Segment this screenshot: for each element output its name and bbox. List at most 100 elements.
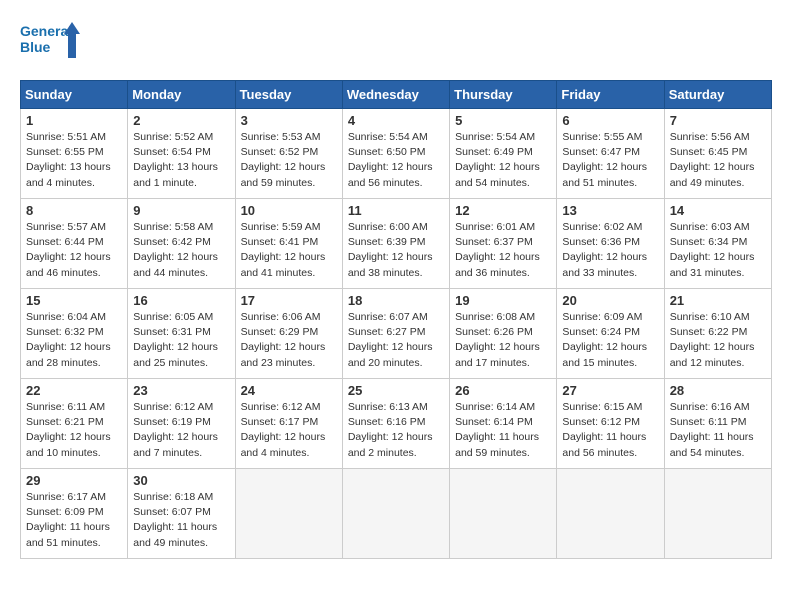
calendar-cell: 4 Sunrise: 5:54 AM Sunset: 6:50 PM Daylig… [342, 109, 449, 199]
day-info: Sunrise: 5:55 AM Sunset: 6:47 PM Dayligh… [562, 130, 658, 191]
calendar-cell: 25 Sunrise: 6:13 AM Sunset: 6:16 PM Dayli… [342, 379, 449, 469]
day-number: 9 [133, 203, 229, 218]
day-info: Sunrise: 5:58 AM Sunset: 6:42 PM Dayligh… [133, 220, 229, 281]
day-number: 14 [670, 203, 766, 218]
calendar-cell [342, 469, 449, 559]
day-number: 3 [241, 113, 337, 128]
calendar-cell [557, 469, 664, 559]
page-header: General Blue [20, 20, 772, 64]
calendar-cell: 3 Sunrise: 5:53 AM Sunset: 6:52 PM Daylig… [235, 109, 342, 199]
day-number: 4 [348, 113, 444, 128]
day-info: Sunrise: 6:12 AM Sunset: 6:17 PM Dayligh… [241, 400, 337, 461]
calendar-cell: 28 Sunrise: 6:16 AM Sunset: 6:11 PM Dayli… [664, 379, 771, 469]
calendar-cell: 18 Sunrise: 6:07 AM Sunset: 6:27 PM Dayli… [342, 289, 449, 379]
calendar-cell [664, 469, 771, 559]
calendar-week-5: 29 Sunrise: 6:17 AM Sunset: 6:09 PM Dayli… [21, 469, 772, 559]
day-info: Sunrise: 6:14 AM Sunset: 6:14 PM Dayligh… [455, 400, 551, 461]
calendar-cell: 1 Sunrise: 5:51 AM Sunset: 6:55 PM Daylig… [21, 109, 128, 199]
day-number: 6 [562, 113, 658, 128]
day-number: 20 [562, 293, 658, 308]
calendar-week-1: 1 Sunrise: 5:51 AM Sunset: 6:55 PM Daylig… [21, 109, 772, 199]
day-number: 18 [348, 293, 444, 308]
day-number: 30 [133, 473, 229, 488]
calendar-cell: 9 Sunrise: 5:58 AM Sunset: 6:42 PM Daylig… [128, 199, 235, 289]
calendar-cell: 21 Sunrise: 6:10 AM Sunset: 6:22 PM Dayli… [664, 289, 771, 379]
calendar-table: SundayMondayTuesdayWednesdayThursdayFrid… [20, 80, 772, 559]
day-number: 22 [26, 383, 122, 398]
calendar-cell: 20 Sunrise: 6:09 AM Sunset: 6:24 PM Dayli… [557, 289, 664, 379]
weekday-header-tuesday: Tuesday [235, 81, 342, 109]
day-info: Sunrise: 6:02 AM Sunset: 6:36 PM Dayligh… [562, 220, 658, 281]
day-number: 13 [562, 203, 658, 218]
calendar-cell: 17 Sunrise: 6:06 AM Sunset: 6:29 PM Dayli… [235, 289, 342, 379]
day-info: Sunrise: 5:53 AM Sunset: 6:52 PM Dayligh… [241, 130, 337, 191]
day-number: 2 [133, 113, 229, 128]
day-info: Sunrise: 5:56 AM Sunset: 6:45 PM Dayligh… [670, 130, 766, 191]
calendar-cell: 26 Sunrise: 6:14 AM Sunset: 6:14 PM Dayli… [450, 379, 557, 469]
calendar-cell: 14 Sunrise: 6:03 AM Sunset: 6:34 PM Dayli… [664, 199, 771, 289]
day-info: Sunrise: 6:00 AM Sunset: 6:39 PM Dayligh… [348, 220, 444, 281]
day-number: 8 [26, 203, 122, 218]
day-number: 19 [455, 293, 551, 308]
logo: General Blue [20, 20, 80, 64]
day-number: 17 [241, 293, 337, 308]
weekday-header-saturday: Saturday [664, 81, 771, 109]
day-info: Sunrise: 5:52 AM Sunset: 6:54 PM Dayligh… [133, 130, 229, 191]
day-info: Sunrise: 6:04 AM Sunset: 6:32 PM Dayligh… [26, 310, 122, 371]
day-number: 10 [241, 203, 337, 218]
calendar-cell: 8Sunrise: 5:57 AM Sunset: 6:44 PM Daylig… [21, 199, 128, 289]
calendar-week-4: 22Sunrise: 6:11 AM Sunset: 6:21 PM Dayli… [21, 379, 772, 469]
calendar-cell: 10 Sunrise: 5:59 AM Sunset: 6:41 PM Dayli… [235, 199, 342, 289]
calendar-cell: 27Sunrise: 6:15 AM Sunset: 6:12 PM Dayli… [557, 379, 664, 469]
day-number: 25 [348, 383, 444, 398]
calendar-cell: 24Sunrise: 6:12 AM Sunset: 6:17 PM Dayli… [235, 379, 342, 469]
day-info: Sunrise: 5:59 AM Sunset: 6:41 PM Dayligh… [241, 220, 337, 281]
calendar-cell [235, 469, 342, 559]
day-info: Sunrise: 6:17 AM Sunset: 6:09 PM Dayligh… [26, 490, 122, 551]
day-info: Sunrise: 6:08 AM Sunset: 6:26 PM Dayligh… [455, 310, 551, 371]
svg-text:General: General [20, 23, 72, 39]
day-number: 11 [348, 203, 444, 218]
day-info: Sunrise: 6:03 AM Sunset: 6:34 PM Dayligh… [670, 220, 766, 281]
day-info: Sunrise: 6:06 AM Sunset: 6:29 PM Dayligh… [241, 310, 337, 371]
calendar-cell [450, 469, 557, 559]
day-number: 5 [455, 113, 551, 128]
day-number: 28 [670, 383, 766, 398]
calendar-cell: 2 Sunrise: 5:52 AM Sunset: 6:54 PM Daylig… [128, 109, 235, 199]
day-info: Sunrise: 6:13 AM Sunset: 6:16 PM Dayligh… [348, 400, 444, 461]
day-number: 12 [455, 203, 551, 218]
svg-text:Blue: Blue [20, 39, 51, 55]
weekday-header-sunday: Sunday [21, 81, 128, 109]
calendar-cell: 13 Sunrise: 6:02 AM Sunset: 6:36 PM Dayli… [557, 199, 664, 289]
day-info: Sunrise: 6:07 AM Sunset: 6:27 PM Dayligh… [348, 310, 444, 371]
day-info: Sunrise: 5:54 AM Sunset: 6:49 PM Dayligh… [455, 130, 551, 191]
calendar-cell: 29 Sunrise: 6:17 AM Sunset: 6:09 PM Dayli… [21, 469, 128, 559]
calendar-cell: 7Sunrise: 5:56 AM Sunset: 6:45 PM Daylig… [664, 109, 771, 199]
calendar-cell: 23 Sunrise: 6:12 AM Sunset: 6:19 PM Dayli… [128, 379, 235, 469]
day-number: 27 [562, 383, 658, 398]
day-info: Sunrise: 6:09 AM Sunset: 6:24 PM Dayligh… [562, 310, 658, 371]
day-number: 29 [26, 473, 122, 488]
weekday-header-monday: Monday [128, 81, 235, 109]
day-number: 21 [670, 293, 766, 308]
calendar-cell: 15Sunrise: 6:04 AM Sunset: 6:32 PM Dayli… [21, 289, 128, 379]
day-info: Sunrise: 6:01 AM Sunset: 6:37 PM Dayligh… [455, 220, 551, 281]
day-number: 26 [455, 383, 551, 398]
weekday-header-thursday: Thursday [450, 81, 557, 109]
calendar-cell: 5 Sunrise: 5:54 AM Sunset: 6:49 PM Daylig… [450, 109, 557, 199]
day-info: Sunrise: 5:51 AM Sunset: 6:55 PM Dayligh… [26, 130, 122, 191]
calendar-cell: 11 Sunrise: 6:00 AM Sunset: 6:39 PM Dayli… [342, 199, 449, 289]
day-info: Sunrise: 6:18 AM Sunset: 6:07 PM Dayligh… [133, 490, 229, 551]
logo-icon: General Blue [20, 20, 80, 64]
day-info: Sunrise: 6:12 AM Sunset: 6:19 PM Dayligh… [133, 400, 229, 461]
day-number: 23 [133, 383, 229, 398]
day-info: Sunrise: 5:54 AM Sunset: 6:50 PM Dayligh… [348, 130, 444, 191]
calendar-cell: 30 Sunrise: 6:18 AM Sunset: 6:07 PM Dayli… [128, 469, 235, 559]
day-info: Sunrise: 6:05 AM Sunset: 6:31 PM Dayligh… [133, 310, 229, 371]
day-number: 16 [133, 293, 229, 308]
calendar-cell: 6 Sunrise: 5:55 AM Sunset: 6:47 PM Daylig… [557, 109, 664, 199]
day-info: Sunrise: 6:10 AM Sunset: 6:22 PM Dayligh… [670, 310, 766, 371]
day-info: Sunrise: 6:16 AM Sunset: 6:11 PM Dayligh… [670, 400, 766, 461]
calendar-cell: 12 Sunrise: 6:01 AM Sunset: 6:37 PM Dayli… [450, 199, 557, 289]
day-number: 1 [26, 113, 122, 128]
